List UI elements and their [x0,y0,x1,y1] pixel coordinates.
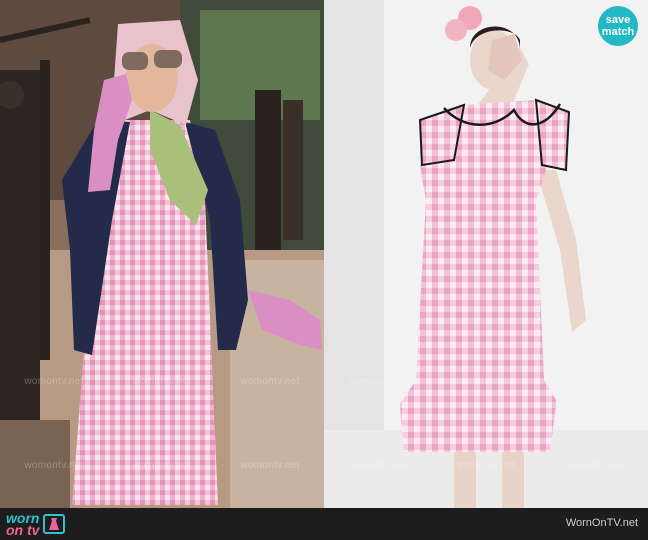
footer-bar: worn on tv WornOnTV.net [0,508,648,540]
photo-product-model [324,0,648,508]
save-match-button[interactable]: save match [598,6,638,46]
tv-dress-icon [43,514,66,534]
photo-collage: womontv.net womontv.net womontv.net womont… [0,0,648,508]
save-label: save [605,14,631,26]
wornontv-logo[interactable]: worn on tv [6,511,66,538]
photo-street-scene [0,0,324,508]
logo-line-ontv: on tv [6,522,40,538]
match-label: match [601,26,635,38]
site-name: WornOnTV.net [565,517,638,529]
